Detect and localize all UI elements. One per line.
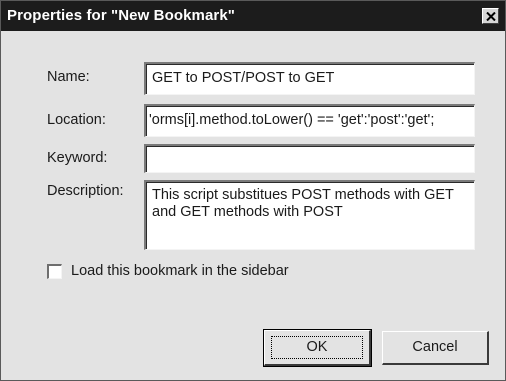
keyword-label: Keyword: (47, 150, 108, 166)
location-field-value: 'orms[i].method.toLower() == 'get':'post… (149, 112, 435, 128)
title-bar[interactable]: Properties for "New Bookmark" (1, 1, 505, 31)
cancel-button[interactable]: Cancel (382, 331, 489, 365)
name-field[interactable]: GET to POST/POST to GET (144, 62, 475, 95)
sidebar-checkbox-label[interactable]: Load this bookmark in the sidebar (71, 263, 289, 279)
location-label: Location: (47, 112, 106, 128)
sidebar-checkbox[interactable] (47, 264, 62, 279)
ok-button-frame: OK (263, 329, 372, 367)
close-button[interactable] (482, 8, 499, 24)
name-label: Name: (47, 69, 90, 85)
properties-dialog: Properties for "New Bookmark" Name: GET … (0, 0, 506, 381)
location-field[interactable]: 'orms[i].method.toLower() == 'get':'post… (144, 104, 475, 137)
keyword-field[interactable] (144, 144, 475, 173)
ok-button[interactable]: OK (264, 330, 371, 366)
description-label: Description: (47, 183, 124, 199)
window-title: Properties for "New Bookmark" (7, 7, 236, 24)
cancel-button-label: Cancel (412, 339, 458, 355)
description-field-value: This script substitues POST methods with… (152, 187, 454, 220)
close-icon (486, 12, 496, 21)
description-field[interactable]: This script substitues POST methods with… (144, 180, 475, 250)
focus-indicator (271, 336, 363, 359)
name-field-value: GET to POST/POST to GET (152, 70, 335, 86)
